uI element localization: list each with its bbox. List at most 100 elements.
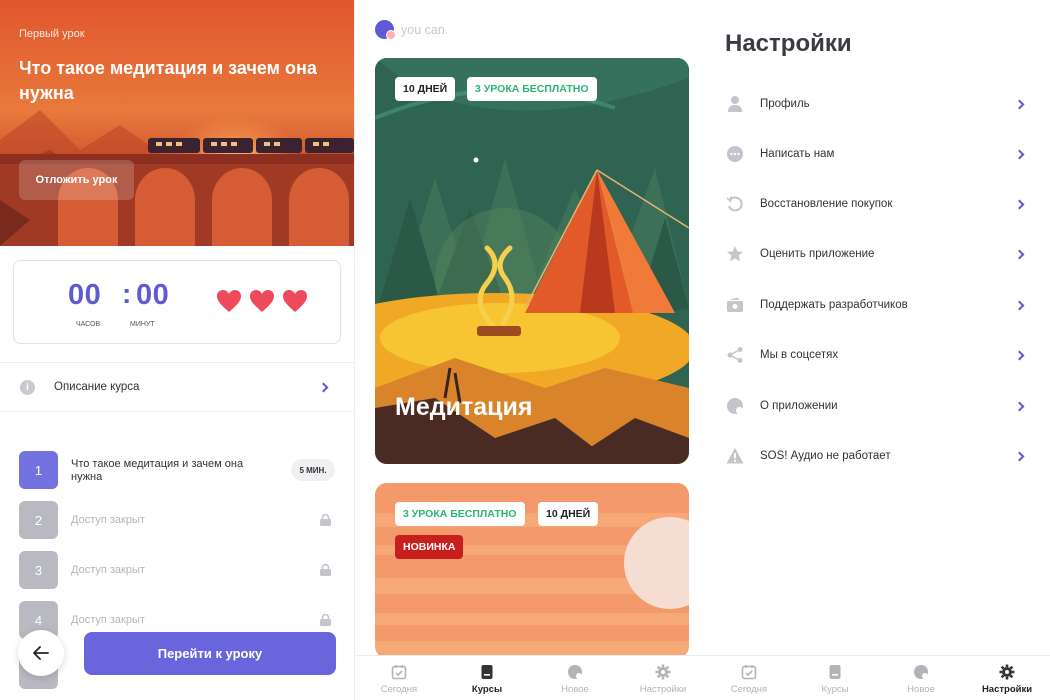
chevron-right-icon <box>1014 451 1025 462</box>
settings-item-label: SOS! Аудио не работает <box>760 450 891 462</box>
tab-label: Сегодня <box>380 684 418 695</box>
calendar-check-icon <box>391 665 407 680</box>
lesson-item[interactable]: 1 Что такое медитация и зачем она нужна … <box>0 451 354 491</box>
settings-item-profile[interactable]: Профиль <box>706 84 1050 124</box>
courses-icon <box>829 665 841 679</box>
star-icon <box>727 246 743 262</box>
tab-label: Настройки <box>981 684 1033 695</box>
share-icon <box>727 347 743 363</box>
timer-hours-label: часов <box>76 321 101 328</box>
chevron-right-icon <box>1014 401 1025 412</box>
warning-icon <box>726 448 744 464</box>
courses-icon <box>481 665 493 679</box>
tab-label: Курсы <box>471 684 503 695</box>
chevron-right-icon <box>1014 149 1025 160</box>
lesson-number: 3 <box>19 551 58 589</box>
tab-bar: Сегодня Курсы Новое Настройки <box>355 655 706 700</box>
duration-pill: 10 ДНЕЙ <box>395 77 456 101</box>
course-card-new[interactable]: 3 УРОКА БЕСПЛАТНО 10 ДНЕЙ НОВИНКА <box>375 483 689 658</box>
timer-hours: 00 <box>68 279 102 311</box>
settings-item-restore[interactable]: Восстановление покупок <box>706 184 1050 224</box>
lesson-item-title: Доступ закрыт <box>71 564 145 576</box>
settings-item-social[interactable]: Мы в соцсетях <box>706 335 1050 375</box>
free-lessons-pill: 3 УРОКА БЕСПЛАТНО <box>467 77 597 101</box>
tab-new[interactable]: Новое <box>531 656 619 700</box>
brand: you can. <box>375 20 448 40</box>
restore-icon <box>726 196 743 212</box>
settings-item-contact[interactable]: Написать нам <box>706 134 1050 174</box>
free-lessons-pill: 3 УРОКА БЕСПЛАТНО <box>395 502 525 526</box>
new-badge: НОВИНКА <box>395 535 464 559</box>
tab-label: Новое <box>907 684 935 695</box>
settings-item-rate[interactable]: Оценить приложение <box>706 234 1050 274</box>
tab-courses[interactable]: Курсы <box>792 656 878 700</box>
heart-icon <box>217 290 241 312</box>
lesson-item-title: Доступ закрыт <box>71 614 145 626</box>
lesson-item[interactable]: 3 Доступ закрыт <box>0 551 354 591</box>
lesson-number: 2 <box>19 501 58 539</box>
chevron-right-icon <box>1014 350 1025 361</box>
settings-screen: Настройки Профиль Написать нам Восстанов… <box>706 0 1050 700</box>
chevron-right-icon <box>1014 300 1025 311</box>
settings-item-about[interactable]: О приложении <box>706 386 1050 426</box>
course-title: Медитация <box>395 393 533 421</box>
tab-label: Настройки <box>639 684 687 695</box>
duration-pill: 10 ДНЕЙ <box>538 502 599 526</box>
gear-icon <box>655 664 671 680</box>
lock-icon <box>320 614 331 626</box>
course-description-row[interactable]: i Описание курса <box>0 362 354 412</box>
course-description-label: Описание курса <box>54 381 140 393</box>
chat-bubble-icon <box>727 146 743 162</box>
go-to-lesson-button[interactable]: Перейти к уроку <box>84 632 336 675</box>
tab-new[interactable]: Новое <box>878 656 964 700</box>
tab-label: Курсы <box>821 684 849 695</box>
brand-logo-icon <box>375 20 396 40</box>
heart-icon <box>250 290 274 312</box>
settings-item-label: Оценить приложение <box>760 248 875 260</box>
chevron-right-icon <box>318 382 329 393</box>
settings-item-sos[interactable]: SOS! Аудио не работает <box>706 436 1050 476</box>
lesson-item[interactable]: 2 Доступ закрыт <box>0 501 354 541</box>
tab-courses[interactable]: Курсы <box>443 656 531 700</box>
settings-item-label: Мы в соцсетях <box>760 349 839 361</box>
tab-settings[interactable]: Настройки <box>619 656 706 700</box>
lock-icon <box>320 514 331 526</box>
gear-icon <box>999 664 1015 680</box>
chevron-right-icon <box>1014 249 1025 260</box>
timer-minutes-label: минут <box>130 321 155 328</box>
back-button[interactable] <box>18 630 64 676</box>
timer-card: 00 : 00 часов минут <box>13 260 341 344</box>
tab-today[interactable]: Сегодня <box>355 656 443 700</box>
app-info-icon <box>727 398 743 414</box>
lesson-screen: Первый урок Что такое медитация и зачем … <box>0 0 354 700</box>
settings-item-label: Восстановление покупок <box>760 198 893 210</box>
tab-settings[interactable]: Настройки <box>964 656 1050 700</box>
chevron-right-icon <box>1014 99 1025 110</box>
heart-icon <box>283 290 307 312</box>
lesson-eyebrow: Первый урок <box>19 28 85 40</box>
money-icon <box>727 297 743 312</box>
person-icon <box>728 96 742 112</box>
tab-today[interactable]: Сегодня <box>706 656 792 700</box>
calendar-check-icon <box>741 665 757 680</box>
new-content-icon <box>914 665 928 679</box>
lesson-duration-badge: 5 МИН. <box>291 459 335 481</box>
page-title: Настройки <box>725 30 852 57</box>
tab-bar: Сегодня Курсы Новое Настройки <box>706 655 1050 700</box>
hearts-row <box>216 289 308 313</box>
lesson-item-title: Доступ закрыт <box>71 514 145 526</box>
timer-separator: : <box>122 278 132 309</box>
new-content-icon <box>568 665 582 679</box>
chevron-right-icon <box>1014 199 1025 210</box>
lock-icon <box>320 564 331 576</box>
lesson-title: Что такое медитация и зачем она нужна <box>19 58 317 104</box>
courses-screen: you can. 10 ДНЕЙ 3 УРОКА БЕСПЛАТНО Медит… <box>354 0 706 700</box>
settings-item-support[interactable]: Поддержать разработчиков <box>706 285 1050 325</box>
course-card-meditation[interactable]: 10 ДНЕЙ 3 УРОКА БЕСПЛАТНО Медитация <box>375 58 689 464</box>
settings-item-label: Профиль <box>760 98 810 110</box>
lesson-number: 1 <box>19 451 58 489</box>
settings-item-label: Написать нам <box>760 148 835 160</box>
lesson-item-title: Что такое медитация и зачем она нужна <box>71 458 244 483</box>
postpone-lesson-button[interactable]: Отложить урок <box>19 160 134 200</box>
tab-label: Новое <box>561 684 589 695</box>
